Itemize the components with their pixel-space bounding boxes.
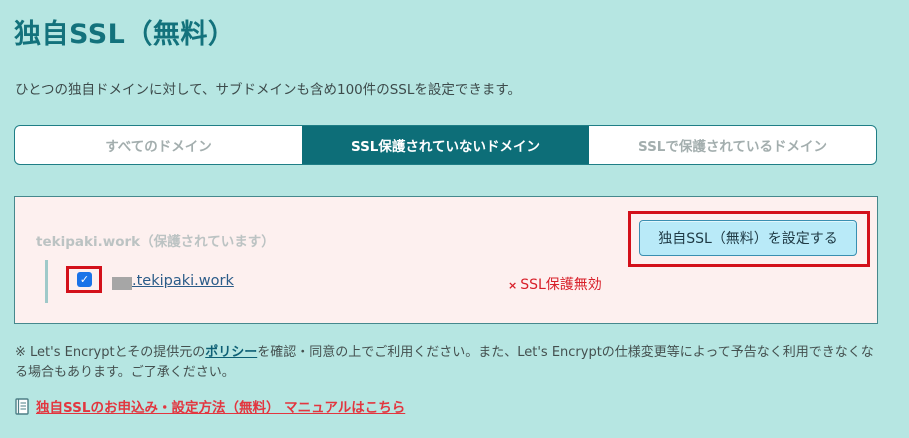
checkbox-highlight-frame: ✓ — [66, 266, 102, 293]
tab-all-domains[interactable]: すべてのドメイン — [15, 126, 302, 164]
ssl-status-text: SSL保護無効 — [520, 277, 602, 293]
note-prefix: ※ Let's Encryptとその提供元の — [15, 345, 206, 360]
button-highlight-frame: 独自SSL（無料）を設定する — [628, 211, 870, 267]
policy-link[interactable]: ポリシー — [205, 345, 257, 360]
domain-panel: tekipaki.work（保護されています） 独自SSL（無料）を設定する ✓… — [14, 196, 878, 324]
lets-encrypt-note: ※ Let's Encryptとその提供元のポリシーを確認・同意の上でご利用くだ… — [15, 343, 885, 383]
checkmark-icon: ✓ — [79, 273, 90, 286]
manual-link[interactable]: 独自SSLのお申込み・設定方法（無料） マニュアルはこちら — [36, 396, 405, 416]
page-title: 独自SSL（無料） — [14, 19, 236, 50]
error-x-icon: × — [508, 279, 518, 292]
redacted-subdomain — [112, 277, 132, 290]
domain-checkbox[interactable]: ✓ — [77, 272, 92, 287]
group-indent-bar — [45, 260, 48, 303]
ssl-status: × SSL保護無効 — [508, 274, 602, 294]
set-ssl-button[interactable]: 独自SSL（無料）を設定する — [639, 220, 857, 256]
manual-row: 独自SSLのお申込み・設定方法（無料） マニュアルはこちら — [15, 396, 405, 416]
book-icon — [15, 397, 29, 415]
domain-group-label: tekipaki.work（保護されています） — [36, 234, 275, 250]
tab-protected-domains[interactable]: SSLで保護されているドメイン — [589, 126, 876, 164]
domain-name-link[interactable]: .tekipaki.work — [132, 273, 234, 289]
page-description: ひとつの独自ドメインに対して、サブドメインも含め100件のSSLを設定できます。 — [15, 82, 522, 98]
domain-filter-tabs: すべてのドメイン SSL保護されていないドメイン SSLで保護されているドメイン — [14, 125, 877, 165]
tab-unprotected-domains[interactable]: SSL保護されていないドメイン — [302, 126, 589, 164]
